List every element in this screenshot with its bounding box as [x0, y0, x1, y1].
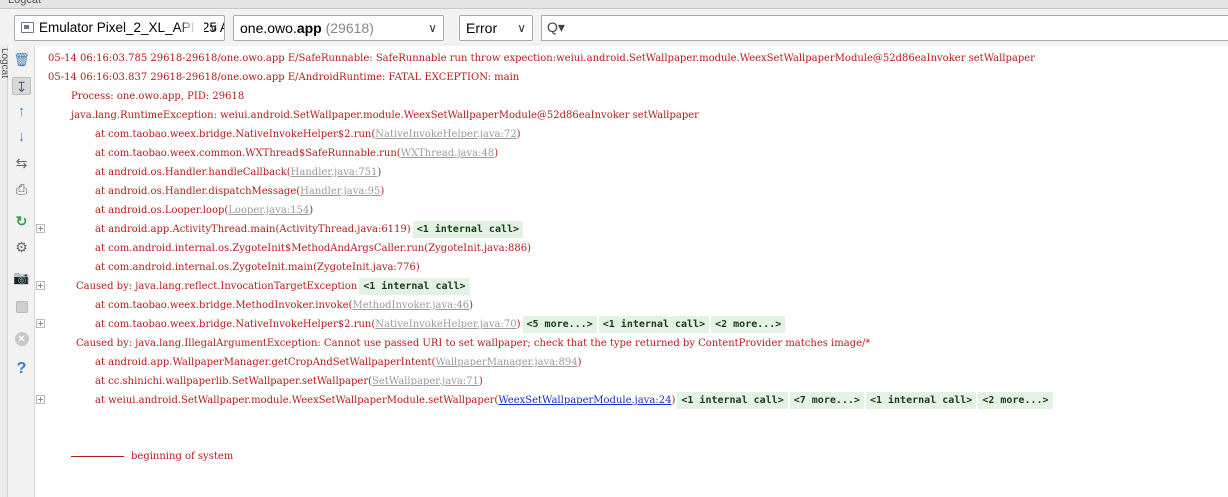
chevron-down-icon: ∨ [209, 21, 218, 35]
expand-fold-icon[interactable] [36, 224, 45, 233]
stack-frame: at android.app.ActivityThread.main(Activ… [48, 220, 1228, 239]
tool-window-strip: Logcat [0, 46, 8, 497]
help-icon[interactable]: ? [12, 360, 31, 378]
settings-icon[interactable]: ⚙ [12, 238, 31, 256]
stack-frame: at com.taobao.weex.bridge.NativeInvokeHe… [48, 315, 1228, 334]
screen-record-icon[interactable] [12, 297, 31, 315]
logcat-output[interactable]: 05-14 06:16:03.785 29618-29618/one.owo.a… [36, 46, 1228, 497]
source-link[interactable]: WXThread.java:48 [401, 148, 495, 159]
source-link[interactable]: MethodInvoker.java:46 [352, 300, 469, 311]
log-level-value: Error [466, 20, 498, 36]
caused-by-line: Caused by: java.lang.IllegalArgumentExce… [76, 338, 871, 349]
source-link[interactable]: WeexSetWallpaperModule.java:24 [498, 395, 671, 406]
chevron-down-icon: ∨ [517, 21, 526, 35]
log-line: java.lang.RuntimeException: weiui.androi… [71, 110, 699, 121]
folded-frames-chip[interactable]: <1 internal call> [598, 316, 710, 333]
process-dropdown[interactable]: one.owo.app (29618) ∨ [233, 15, 444, 41]
print-icon[interactable]: ⎙ [12, 180, 31, 198]
stack-frame: at android.app.WallpaperManager.getCropA… [95, 357, 582, 368]
log-line: 05-14 06:16:03.837 29618-29618/one.owo.a… [48, 72, 520, 83]
stack-frame: at android.os.Handler.handleCallback(Han… [95, 167, 382, 178]
stack-frame: at cc.shinichi.wallpaperlib.SetWallpaper… [95, 376, 483, 387]
window-title: Logcat [8, 0, 42, 6]
stack-frame: at com.taobao.weex.bridge.NativeInvokeHe… [95, 129, 521, 140]
search-icon: Q▾ [547, 19, 565, 35]
trash-icon[interactable]: 🗑 [12, 51, 31, 69]
screenshot-icon[interactable]: 📷 [12, 269, 31, 287]
process-package: one.owo. [240, 20, 297, 36]
log-line: 05-14 06:16:03.785 29618-29618/one.owo.a… [48, 53, 1035, 64]
folded-frames-chip[interactable]: <2 more...> [978, 392, 1053, 409]
stack-frame: at weiui.android.SetWallpaper.module.Wee… [48, 391, 1228, 410]
stack-frame: at com.android.internal.os.ZygoteInit.ma… [95, 262, 420, 273]
beginning-of-system-marker: beginning of system [131, 451, 234, 462]
caused-by-line: Caused by: java.lang.reflect.InvocationT… [48, 277, 1228, 296]
log-line: Process: one.owo.app, PID: 29618 [71, 91, 245, 102]
stack-frame: at android.os.Handler.dispatchMessage(Ha… [95, 186, 385, 197]
log-separator [71, 456, 124, 457]
process-package-bold: app [296, 20, 322, 36]
expand-fold-icon[interactable] [36, 281, 45, 290]
stack-frame: at com.android.internal.os.ZygoteInit$Me… [95, 243, 531, 254]
folded-frames-chip[interactable]: <1 internal call> [677, 392, 788, 409]
folded-frames-chip[interactable]: <1 internal call> [359, 278, 470, 295]
expand-fold-icon[interactable] [36, 395, 45, 404]
logcat-toolbar: Emulator Pixel_2_XL_API_25 A ∨ one.owo.a… [0, 9, 1228, 46]
stack-frame: at com.taobao.weex.common.WXThread$SafeR… [95, 148, 499, 159]
source-link[interactable]: NativeInvokeHelper.java:72 [375, 129, 516, 140]
soft-wrap-icon[interactable]: ⇆ [12, 154, 31, 172]
source-link[interactable]: Handler.java:751 [291, 167, 378, 178]
tool-window-tab-label[interactable]: Logcat [0, 48, 8, 78]
source-link[interactable]: Handler.java:95 [300, 186, 380, 197]
chevron-down-icon: ∨ [428, 21, 437, 35]
source-link[interactable]: Looper.java:154 [228, 205, 309, 216]
device-dropdown[interactable]: Emulator Pixel_2_XL_API_25 A ∨ [14, 15, 225, 41]
stack-frame: at com.taobao.weex.bridge.MethodInvoker.… [95, 300, 474, 311]
up-icon[interactable]: ↑ [12, 103, 31, 121]
source-link[interactable]: WallpaperManager.java:894 [435, 357, 577, 368]
process-pid: (29618) [321, 20, 374, 36]
folded-frames-chip[interactable]: <1 internal call> [412, 221, 524, 238]
folded-frames-chip[interactable]: <1 internal call> [865, 392, 977, 409]
close-icon[interactable]: × [12, 328, 31, 346]
logcat-sidebar: 🗑 ↧ ↑ ↓ ⇆ ⎙ ↻ ⚙ 📷 × ? [8, 46, 35, 497]
stack-frame: at android.os.Looper.loop(Looper.java:15… [95, 205, 314, 216]
expand-fold-icon[interactable] [36, 319, 45, 328]
source-link[interactable]: SetWallpaper.java:71 [372, 376, 479, 387]
restart-icon[interactable]: ↻ [12, 212, 31, 230]
device-icon [21, 22, 34, 33]
folded-frames-chip[interactable]: <7 more...> [789, 392, 864, 409]
folded-frames-chip[interactable]: <5 more...> [522, 316, 597, 333]
down-icon[interactable]: ↓ [12, 128, 31, 146]
log-level-dropdown[interactable]: Error ∨ [459, 15, 533, 41]
window-title-strip: Logcat [0, 0, 1228, 9]
search-input[interactable]: Q▾ [541, 15, 1228, 41]
scroll-to-end-icon[interactable]: ↧ [12, 77, 31, 95]
folded-frames-chip[interactable]: <2 more...> [711, 316, 786, 333]
source-link[interactable]: NativeInvokeHelper.java:70 [375, 319, 516, 330]
